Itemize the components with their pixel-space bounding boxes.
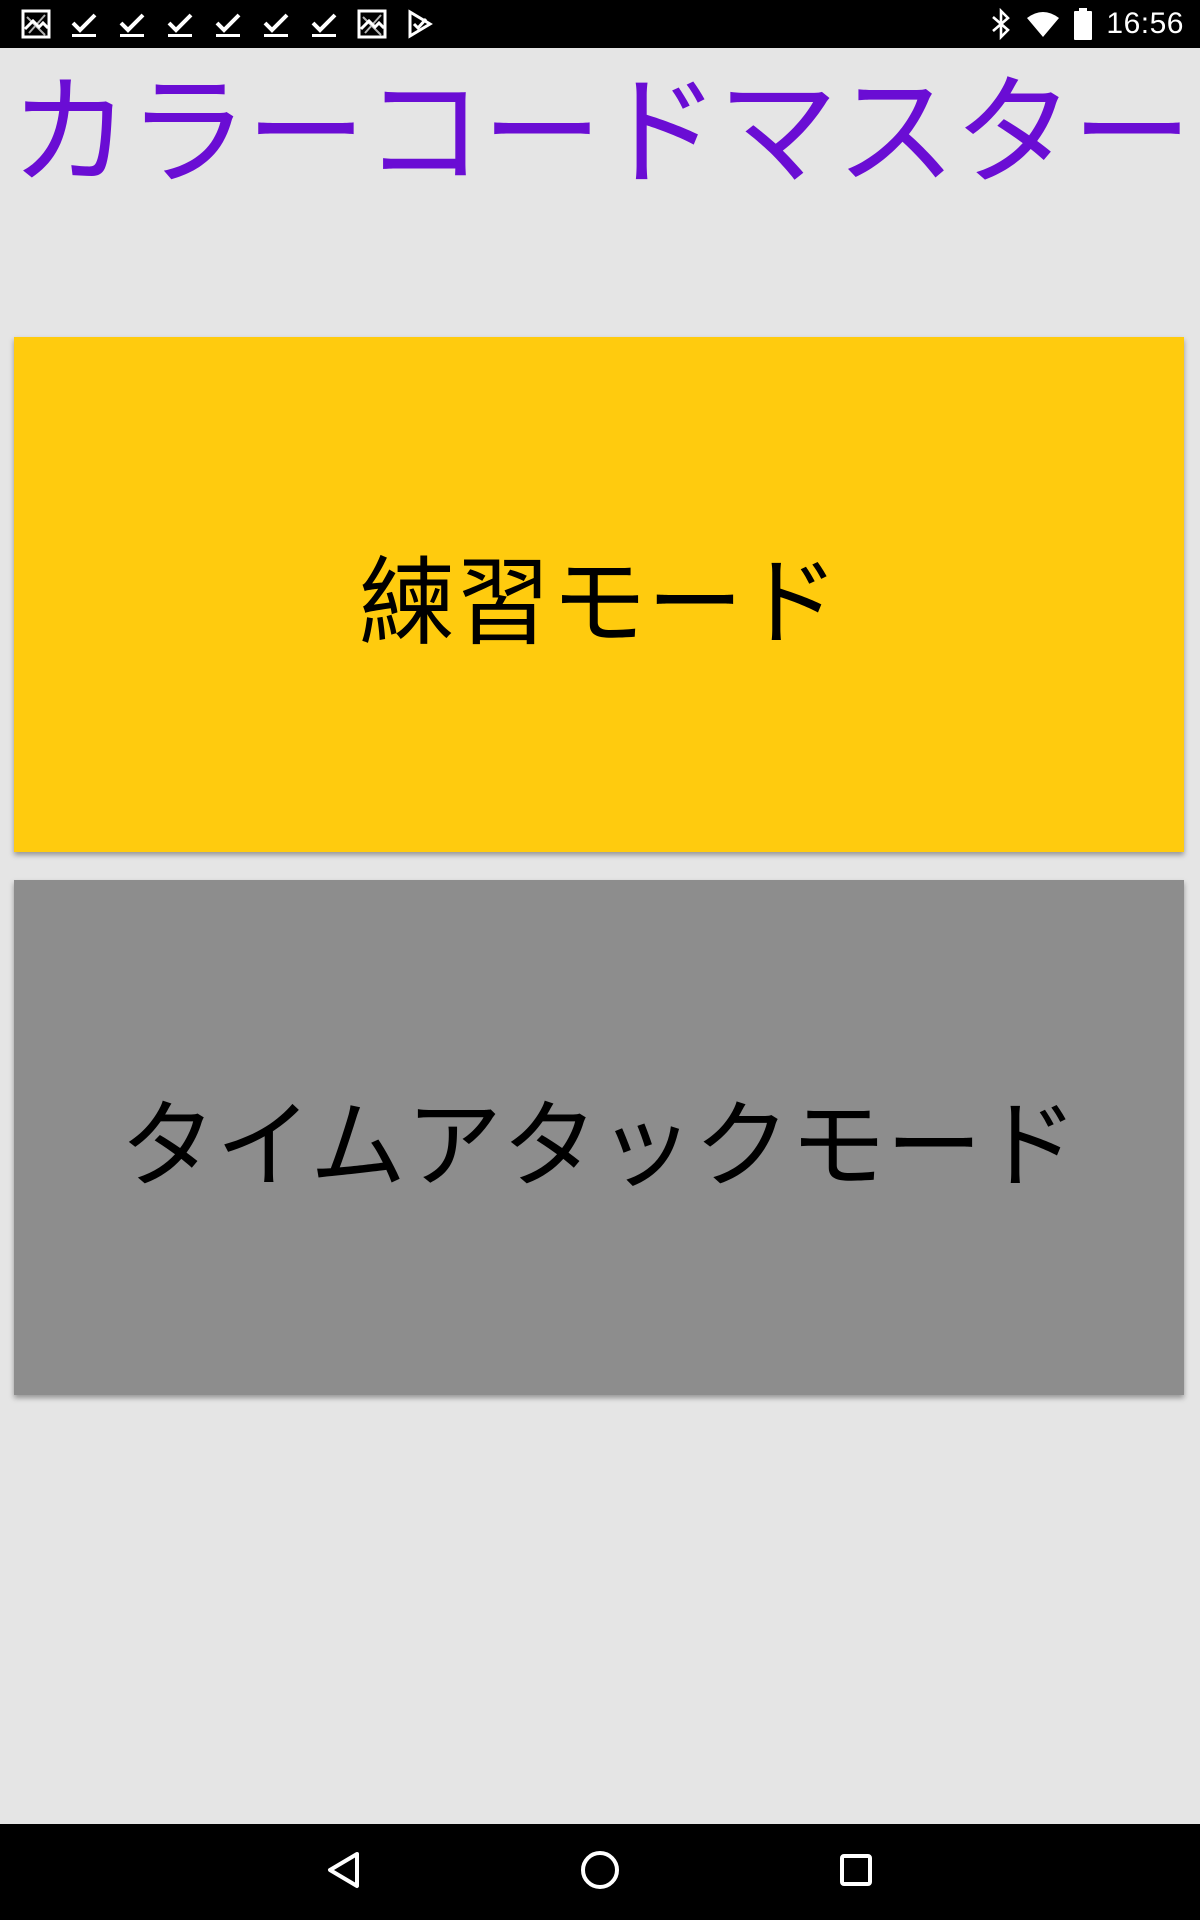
download-done-icon: [306, 6, 342, 42]
time-attack-mode-button[interactable]: タイムアタックモード: [14, 880, 1184, 1395]
battery-icon: [1074, 8, 1093, 40]
bluetooth-icon: [990, 8, 1012, 40]
status-bar: 16:56: [0, 0, 1200, 48]
back-icon: [325, 1850, 361, 1894]
practice-mode-button[interactable]: 練習モード: [14, 337, 1184, 852]
practice-mode-label: 練習モード: [359, 547, 839, 659]
download-done-icon: [114, 6, 150, 42]
download-done-icon: [210, 6, 246, 42]
play-store-icon: [402, 6, 438, 42]
status-clock: 16:56: [1106, 7, 1184, 40]
navigation-bar: [0, 1824, 1200, 1920]
notification-icons: [18, 0, 450, 48]
system-icons: 16:56: [976, 0, 1184, 48]
download-done-icon: [162, 6, 198, 42]
back-button[interactable]: [283, 1824, 403, 1920]
wifi-icon: [1026, 10, 1060, 38]
photo-icon: [354, 6, 390, 42]
time-attack-mode-label: タイムアタックモード: [119, 1090, 1079, 1202]
download-done-icon: [258, 6, 294, 42]
home-button[interactable]: [540, 1824, 660, 1920]
recents-button[interactable]: [796, 1824, 916, 1920]
recents-icon: [838, 1852, 874, 1892]
photo-icon: [18, 6, 54, 42]
home-icon: [579, 1849, 621, 1895]
download-done-icon: [66, 6, 102, 42]
app-title: カラーコードマスター: [10, 64, 1192, 203]
